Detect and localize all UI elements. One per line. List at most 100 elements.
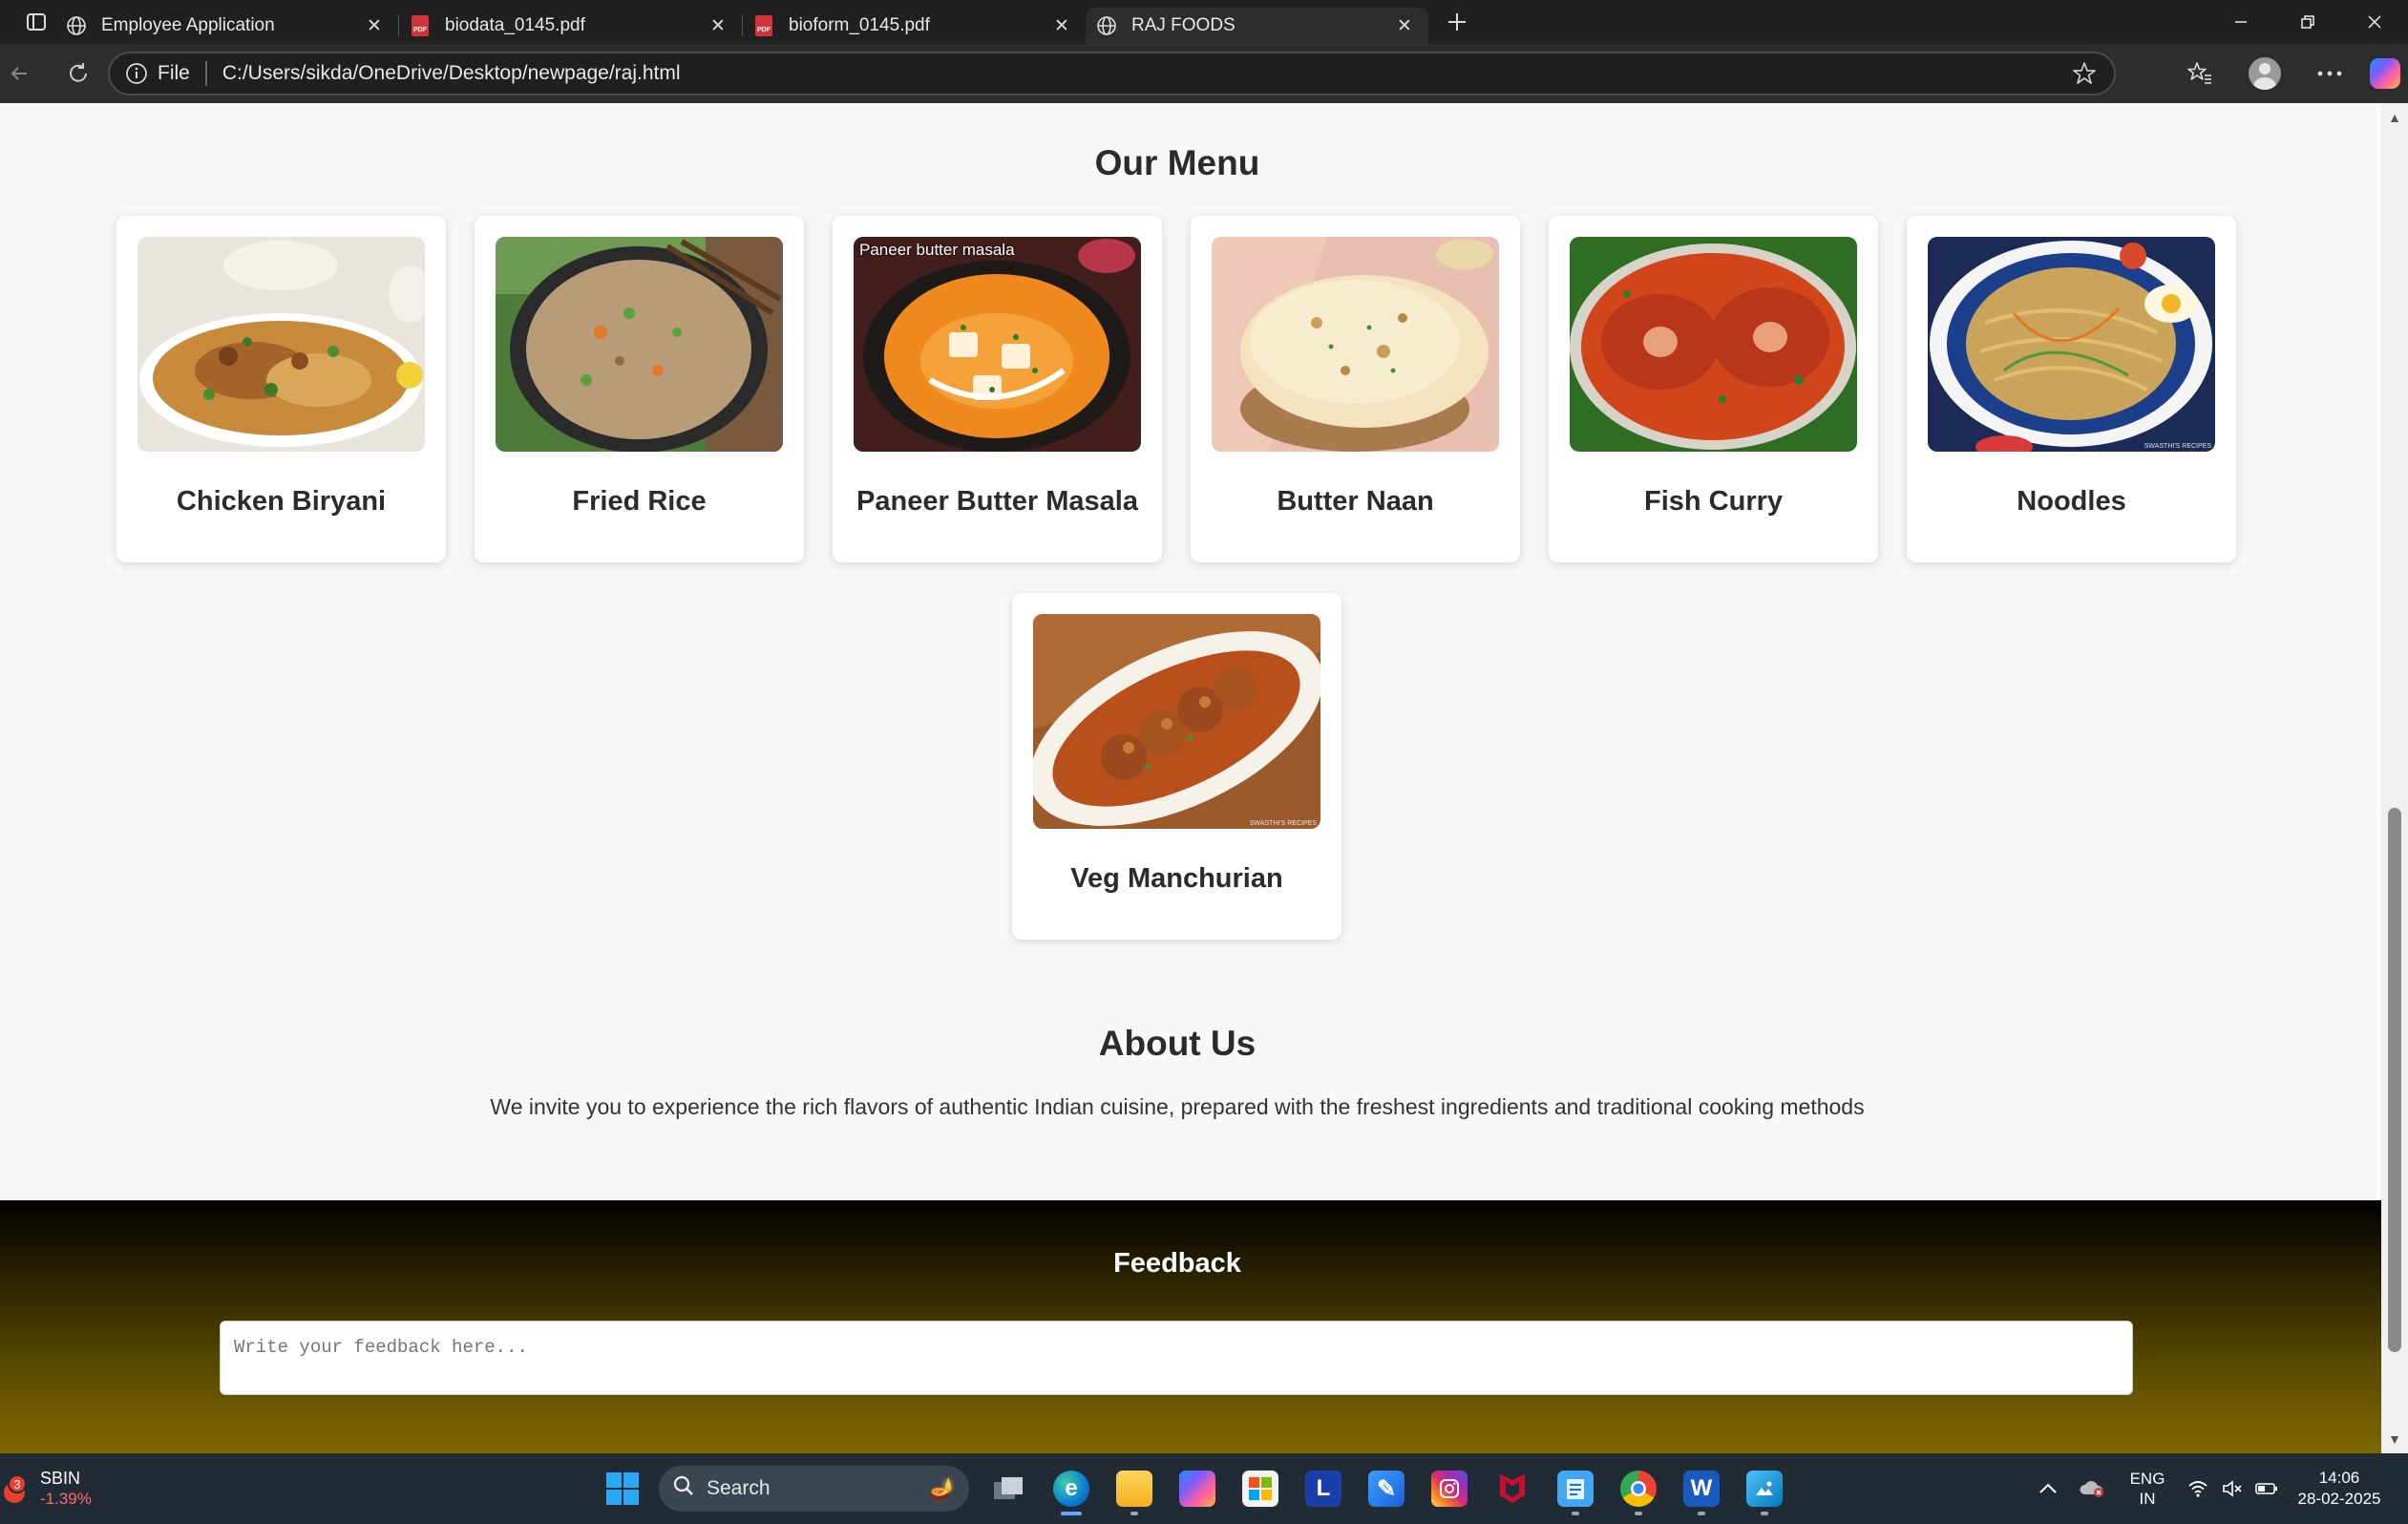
new-tab-button[interactable]: [1436, 1, 1478, 43]
close-icon[interactable]: ✕: [364, 15, 385, 36]
profile-button[interactable]: [2232, 47, 2297, 100]
favorite-star-icon[interactable]: [2068, 57, 2101, 90]
pdf-icon: PDF: [409, 14, 432, 37]
fried-rice-image: [496, 237, 783, 452]
menu-card-butter-naan[interactable]: Butter Naan: [1191, 216, 1520, 562]
back-button[interactable]: [0, 47, 38, 100]
windows-logo-icon: [606, 1472, 639, 1505]
favorites-button[interactable]: [2167, 47, 2232, 100]
address-url[interactable]: C:/Users/sikda/OneDrive/Desktop/newpage/…: [222, 62, 2068, 85]
tab-actions: [0, 0, 55, 44]
fish-curry-image: [1570, 237, 1857, 452]
taskbar-app-store[interactable]: [1229, 1460, 1292, 1517]
tab-label: biodata_0145.pdf: [445, 15, 585, 35]
more-options-button[interactable]: [2297, 47, 2362, 100]
globe-icon: [1095, 14, 1118, 37]
menu-card-noodles[interactable]: SWASTHI'S RECIPES Noodles: [1907, 216, 2236, 562]
photos-icon: [1746, 1471, 1783, 1507]
browser-tabstrip: Employee Application ✕ PDF biodata_0145.…: [0, 0, 2408, 44]
copilot-button[interactable]: [2362, 47, 2408, 100]
task-view-button[interactable]: [977, 1460, 1040, 1517]
windows-taskbar: 3 SBIN -1.39% Search 🪔 e L ✎ W ENG IN 14…: [0, 1453, 2408, 1524]
close-icon[interactable]: ✕: [1394, 15, 1415, 36]
system-tray: ENG IN 14:06 28-02-2025: [2026, 1453, 2408, 1524]
menu-item-name: Paneer Butter Masala: [856, 486, 1138, 517]
taskbar-app-edge[interactable]: e: [1040, 1460, 1103, 1517]
taskbar-app-copilot[interactable]: [1166, 1460, 1229, 1517]
restore-button[interactable]: [2274, 0, 2341, 44]
refresh-button[interactable]: [52, 47, 105, 100]
taskbar-app-file-explorer[interactable]: [1103, 1460, 1166, 1517]
address-scheme-label: File: [158, 62, 190, 84]
wifi-icon[interactable]: [2181, 1460, 2215, 1517]
pdf-icon: PDF: [752, 14, 775, 37]
notification-badge: 3: [8, 1474, 27, 1493]
store-icon: [1242, 1471, 1278, 1507]
close-window-button[interactable]: [2341, 0, 2408, 44]
back-arrow-icon: [11, 67, 27, 80]
language-indicator[interactable]: ENG IN: [2114, 1469, 2181, 1509]
scrollbar-thumb[interactable]: [2388, 808, 2401, 1352]
stock-change: -1.39%: [40, 1490, 92, 1508]
tab-bioform-pdf[interactable]: PDF bioform_0145.pdf ✕: [743, 8, 1086, 44]
menu-item-name: Fried Rice: [572, 486, 707, 517]
scroll-up-arrow-icon[interactable]: ▲: [2381, 107, 2408, 128]
battery-icon[interactable]: [2250, 1460, 2284, 1517]
taskbar-app-mcafee[interactable]: [1481, 1460, 1544, 1517]
region-code: IN: [2139, 1490, 2156, 1508]
tab-biodata-pdf[interactable]: PDF biodata_0145.pdf ✕: [399, 8, 742, 44]
start-button[interactable]: [594, 1460, 651, 1517]
butter-naan-image: [1212, 237, 1499, 452]
taskbar-app-paint[interactable]: ✎: [1355, 1460, 1418, 1517]
tab-label: Employee Application: [101, 15, 275, 35]
feedback-title: Feedback: [1113, 1248, 1241, 1279]
tab-employee-application[interactable]: Employee Application ✕: [55, 8, 398, 44]
word-icon: W: [1683, 1471, 1720, 1507]
close-icon[interactable]: ✕: [708, 15, 729, 36]
menu-card-chicken-biryani[interactable]: Chicken Biryani: [116, 216, 446, 562]
menu-card-veg-manchurian[interactable]: SWASTHI'S RECIPES Veg Manchurian: [1012, 593, 1341, 940]
info-icon[interactable]: [123, 60, 150, 87]
volume-muted-icon[interactable]: [2215, 1460, 2250, 1517]
menu-card-paneer-butter-masala[interactable]: Paneer butter masala Paneer Butter Masal…: [833, 216, 1162, 562]
menu-card-fried-rice[interactable]: Fried Rice: [475, 216, 804, 562]
onedrive-status-icon[interactable]: [2070, 1460, 2114, 1517]
tab-label: bioform_0145.pdf: [789, 15, 930, 35]
show-hidden-icons-button[interactable]: [2026, 1460, 2070, 1517]
image-watermark: SWASTHI'S RECIPES: [1249, 820, 1317, 827]
image-watermark: SWASTHI'S RECIPES: [2144, 443, 2211, 450]
taskbar-app-instagram[interactable]: [1418, 1460, 1481, 1517]
taskbar-app-photos[interactable]: [1733, 1460, 1796, 1517]
taskbar-app-notepad[interactable]: [1544, 1460, 1607, 1517]
search-highlight-icon: 🪔: [929, 1476, 956, 1500]
running-indicator: [1698, 1512, 1705, 1515]
close-icon[interactable]: ✕: [1051, 15, 1072, 36]
pen-app-icon: ✎: [1368, 1471, 1405, 1507]
taskbar-app-word[interactable]: W: [1670, 1460, 1733, 1517]
l-app-icon: L: [1305, 1471, 1341, 1507]
taskbar-app-l[interactable]: L: [1292, 1460, 1355, 1517]
address-bar[interactable]: File C:/Users/sikda/OneDrive/Desktop/new…: [108, 52, 2116, 95]
search-icon: [672, 1474, 695, 1503]
tab-raj-foods[interactable]: RAJ FOODS ✕: [1086, 8, 1428, 44]
taskbar-app-chrome[interactable]: [1607, 1460, 1670, 1517]
address-divider: [204, 61, 207, 86]
scroll-down-arrow-icon[interactable]: ▼: [2381, 1429, 2408, 1450]
clock[interactable]: 14:06 28-02-2025: [2284, 1468, 2395, 1510]
noodles-image: SWASTHI'S RECIPES: [1928, 237, 2215, 452]
taskbar-apps: Search 🪔 e L ✎ W: [594, 1460, 1796, 1517]
taskbar-search[interactable]: Search 🪔: [659, 1466, 969, 1512]
stock-widget[interactable]: 3 SBIN -1.39%: [0, 1453, 134, 1524]
browser-toolbar: File C:/Users/sikda/OneDrive/Desktop/new…: [0, 44, 2408, 103]
chrome-icon: [1620, 1471, 1657, 1507]
about-text: We invite you to experience the rich fla…: [490, 1094, 1865, 1119]
menu-item-name: Veg Manchurian: [1070, 863, 1283, 894]
page-scrollbar[interactable]: ▲ ▼: [2381, 103, 2408, 1453]
tab-actions-icon[interactable]: [23, 9, 50, 35]
plus-icon: [1448, 13, 1466, 31]
menu-card-fish-curry[interactable]: Fish Curry: [1549, 216, 1878, 562]
menu-item-name: Butter Naan: [1277, 486, 1434, 517]
minimize-button[interactable]: [2207, 0, 2274, 44]
feedback-textarea[interactable]: [220, 1321, 2133, 1395]
toolbar-right: [2167, 44, 2408, 103]
